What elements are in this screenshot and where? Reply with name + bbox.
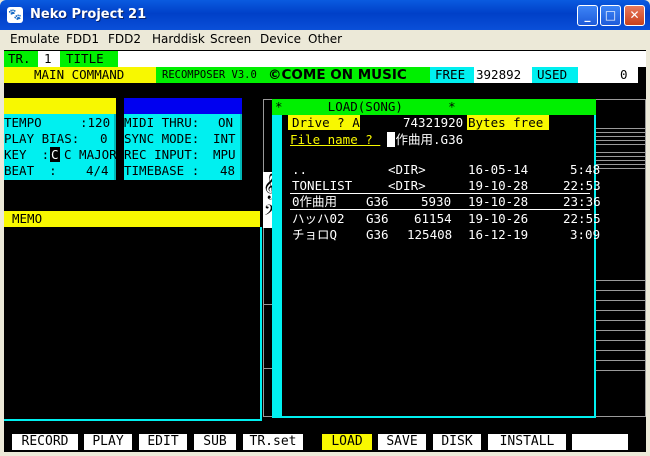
- menu-screen[interactable]: Screen: [210, 32, 251, 46]
- cat-icon[interactable]: 🐾: [7, 7, 23, 23]
- key-label: KEY :: [4, 147, 50, 162]
- fkey-save[interactable]: SAVE: [378, 434, 426, 450]
- fkey-play[interactable]: PLAY: [84, 434, 132, 450]
- menu-device[interactable]: Device: [260, 32, 301, 46]
- file-name-label: File name ?: [290, 132, 381, 147]
- timebase-label: TIMEBASE :: [124, 163, 200, 178]
- menu-emulate[interactable]: Emulate: [10, 32, 60, 46]
- rec-input-value[interactable]: MPU: [213, 147, 236, 162]
- midi-thru-value[interactable]: ON: [218, 115, 233, 130]
- memo-label: MEMO: [12, 211, 43, 226]
- memo-area[interactable]: [4, 227, 262, 421]
- title-field[interactable]: [118, 51, 646, 67]
- fkey-tr-set[interactable]: TR.set: [243, 434, 303, 450]
- fkey-blank[interactable]: [572, 434, 628, 450]
- load-dialog-title: * LOAD(SONG) *: [275, 99, 456, 114]
- used-label: USED: [537, 67, 568, 82]
- beat-value[interactable]: 4/4: [86, 163, 109, 178]
- bytes-free-label: Bytes free: [468, 115, 544, 130]
- free-value: 392892: [476, 67, 522, 82]
- minimize-button[interactable]: _: [577, 5, 598, 26]
- play-bias-label: PLAY BIAS:: [4, 131, 80, 146]
- come-on-music-label: ©COME ON MUSIC: [268, 67, 407, 83]
- menu-bar: Emulate FDD1 FDD2 Harddisk Screen Device…: [4, 30, 646, 50]
- main-command-label: MAIN COMMAND: [34, 67, 125, 82]
- menu-fdd2[interactable]: FDD2: [108, 32, 141, 46]
- midi-thru-label: MIDI THRU:: [124, 115, 200, 130]
- maximize-button[interactable]: □: [600, 5, 621, 26]
- load-dialog: [272, 115, 596, 418]
- tempo-value[interactable]: :120: [80, 115, 110, 130]
- play-bias-value[interactable]: 0: [100, 131, 108, 146]
- fkey-disk[interactable]: DISK: [433, 434, 481, 450]
- window-title: Neko Project 21: [30, 7, 147, 22]
- rec-input-label: REC INPUT:: [124, 147, 200, 162]
- title-label: TITLE: [66, 51, 104, 66]
- fkey-install[interactable]: INSTALL: [488, 434, 566, 450]
- used-value: 0: [620, 67, 628, 82]
- file-name-input[interactable]: 0作曲用.G36: [388, 132, 463, 147]
- fkey-edit[interactable]: EDIT: [139, 434, 187, 450]
- sync-mode-label: SYNC MODE:: [124, 131, 200, 146]
- key-value[interactable]: C MAJOR: [64, 147, 117, 162]
- fkey-sub[interactable]: SUB: [194, 434, 236, 450]
- menu-other[interactable]: Other: [308, 32, 342, 46]
- fkey-record[interactable]: RECORD: [12, 434, 78, 450]
- tr-label: TR.: [8, 51, 31, 66]
- menu-harddisk[interactable]: Harddisk: [152, 32, 205, 46]
- free-label: FREE: [435, 67, 466, 82]
- fkey-load[interactable]: LOAD: [322, 434, 372, 450]
- timebase-value[interactable]: 48: [220, 163, 235, 178]
- emulator-screen[interactable]: TR. 1 TITLE MAIN COMMAND RECOMPOSER V3.0…: [4, 50, 646, 452]
- tempo-label: TEMPO: [4, 115, 42, 130]
- sync-mode-value[interactable]: INT: [213, 131, 236, 146]
- tr-number: 1: [44, 51, 52, 66]
- drive-label[interactable]: Drive ? A: [292, 115, 360, 130]
- close-button[interactable]: ✕: [624, 5, 645, 26]
- beat-label: BEAT :: [4, 163, 57, 178]
- recomposer-label: RECOMPOSER V3.0: [162, 69, 257, 81]
- menu-fdd1[interactable]: FDD1: [66, 32, 99, 46]
- free-bytes-value: 74321920: [403, 115, 464, 130]
